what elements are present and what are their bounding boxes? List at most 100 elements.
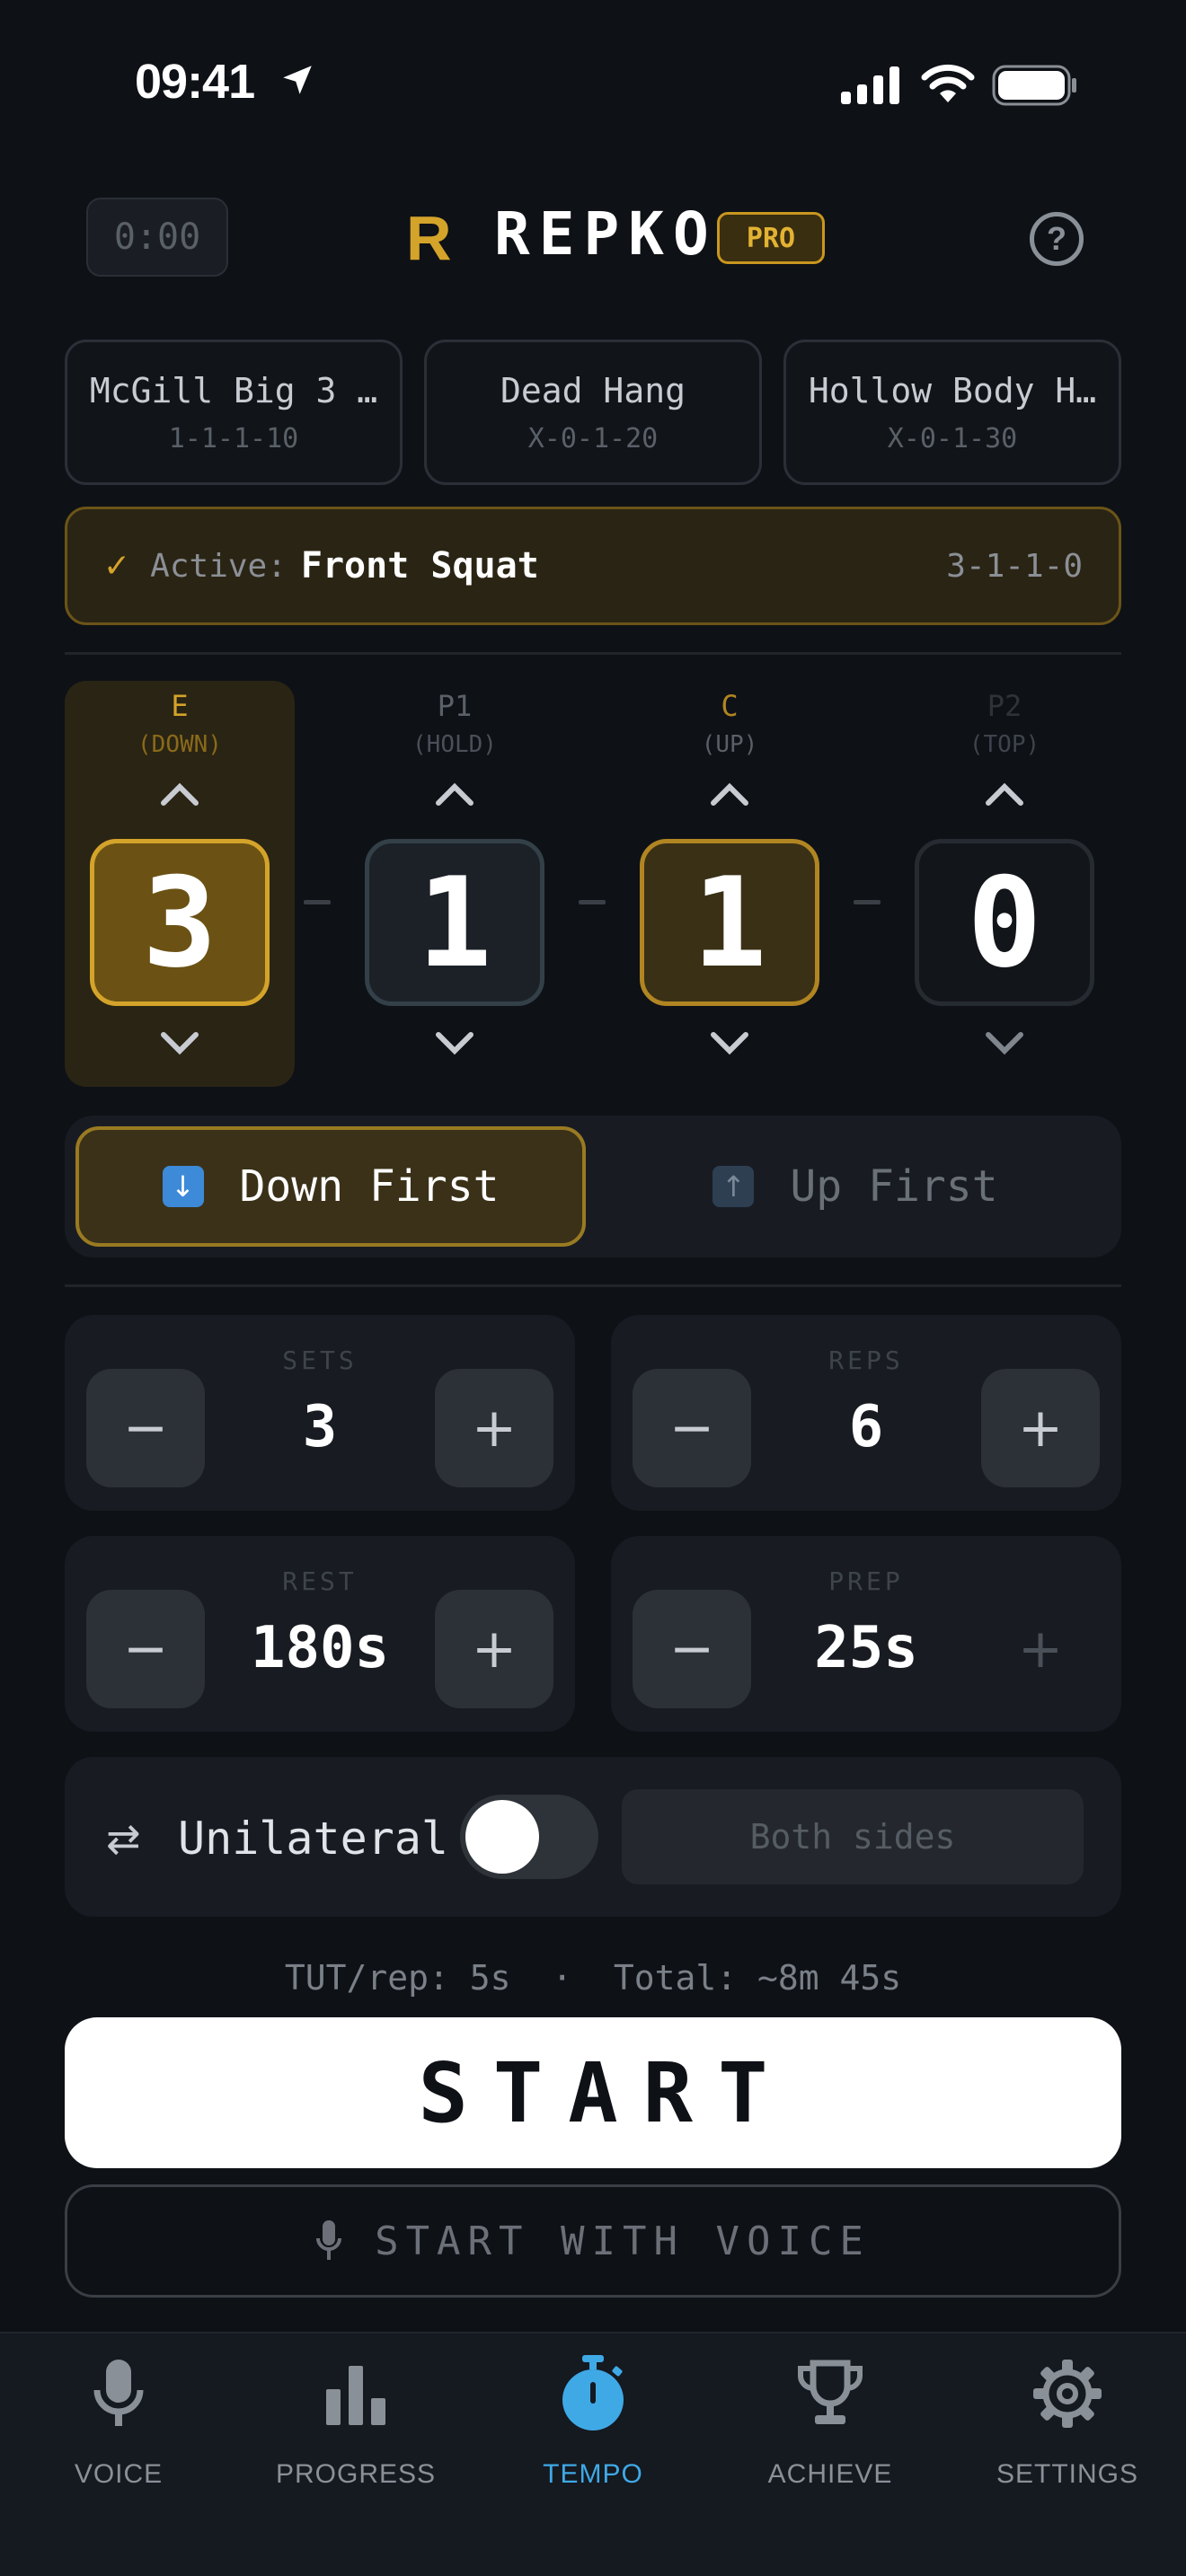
chevron-up-icon — [161, 782, 199, 806]
preset-name: Dead Hang — [500, 370, 686, 410]
prep-value: 25s — [814, 1615, 918, 1681]
start-button[interactable]: START — [65, 2017, 1121, 2168]
microphone-icon — [316, 2220, 342, 2260]
preset-tempo: X-0-1-20 — [527, 422, 659, 454]
tab-label: TEMPO — [543, 2459, 643, 2489]
down-first-button[interactable]: ↓ Down First — [75, 1126, 586, 1247]
phase-key: P2 — [987, 689, 1022, 723]
session-timer: 0:00 — [86, 198, 228, 277]
unilateral-toggle[interactable] — [460, 1795, 598, 1879]
sets-value: 3 — [302, 1394, 338, 1460]
increment-eccentric[interactable] — [65, 781, 295, 807]
chevron-up-icon — [711, 782, 748, 806]
minus-icon: − — [668, 1618, 715, 1681]
help-icon[interactable]: ? — [1030, 212, 1084, 266]
arrow-down-icon: ↓ — [162, 1166, 204, 1207]
microphone-icon — [92, 2353, 146, 2434]
location-arrow-icon — [283, 66, 312, 94]
chevron-down-icon — [161, 1032, 199, 1055]
cellular-signal-icon — [841, 66, 899, 104]
start-with-voice-button[interactable]: START WITH VOICE — [65, 2184, 1121, 2298]
tempo-separator — [579, 900, 606, 904]
logo-mark: R — [406, 203, 452, 273]
active-label: Active: — [150, 547, 287, 585]
rest-value: 180s — [250, 1615, 390, 1681]
chevron-up-icon — [986, 782, 1023, 806]
preset-card[interactable]: Hollow Body H… X-0-1-30 — [783, 340, 1121, 485]
increment-concentric[interactable] — [615, 781, 845, 807]
phase-key: C — [721, 689, 739, 723]
phase-header-pause1: P1 (HOLD) — [340, 692, 570, 758]
trophy-icon — [797, 2353, 863, 2434]
increment-pause2[interactable] — [890, 781, 1120, 807]
phase-header-eccentric: E (DOWN) — [65, 692, 295, 758]
tab-tempo[interactable]: TEMPO — [474, 2353, 712, 2490]
phase-key: E — [171, 689, 189, 723]
stopwatch-icon — [559, 2353, 627, 2434]
battery-icon — [992, 65, 1076, 106]
decrement-concentric[interactable] — [615, 1031, 845, 1056]
reps-value: 6 — [848, 1394, 884, 1460]
chevron-up-icon — [436, 782, 474, 806]
active-exercise-name: Front Squat — [300, 545, 539, 587]
plus-icon: + — [471, 1618, 518, 1681]
toggle-knob — [465, 1800, 539, 1874]
phase-header-concentric: C (UP) — [615, 692, 845, 758]
active-exercise-bar[interactable]: ✓ Active: Front Squat 3-1-1-0 — [65, 507, 1121, 625]
tempo-value-concentric[interactable]: 1 — [640, 839, 819, 1006]
plus-icon: + — [471, 1397, 518, 1460]
increment-pause1[interactable] — [340, 781, 570, 807]
up-first-label: Up First — [790, 1161, 998, 1212]
chevron-down-icon — [711, 1032, 748, 1055]
tab-label: SETTINGS — [996, 2459, 1138, 2489]
tab-achieve[interactable]: ACHIEVE — [712, 2353, 949, 2490]
preset-name: Hollow Body H… — [808, 370, 1097, 410]
phase-sub: (TOP) — [969, 731, 1040, 758]
tab-settings[interactable]: SETTINGS — [949, 2353, 1186, 2490]
phase-sub: (UP) — [701, 731, 758, 758]
decrement-pause2[interactable] — [890, 1031, 1120, 1056]
prep-stepper: PREP − 25s + — [611, 1536, 1121, 1732]
plus-icon: + — [1017, 1397, 1064, 1460]
up-first-button[interactable]: ↑ Up First — [600, 1126, 1111, 1247]
pro-badge[interactable]: PRO — [717, 212, 825, 264]
tab-voice[interactable]: VOICE — [0, 2353, 237, 2490]
gear-icon — [1033, 2353, 1102, 2434]
preset-card[interactable]: McGill Big 3 … 1-1-1-10 — [65, 340, 403, 485]
tempo-value-pause1[interactable]: 1 — [365, 839, 544, 1006]
tempo-separator — [304, 900, 331, 904]
session-summary: TUT/rep: 5s · Total: ~8m 45s — [284, 1958, 902, 1998]
phase-key: P1 — [437, 689, 473, 723]
rest-increment-button[interactable]: + — [435, 1590, 553, 1708]
tab-label: ACHIEVE — [767, 2459, 893, 2489]
preset-name: McGill Big 3 … — [89, 370, 378, 410]
rest-stepper: REST − 180s + — [65, 1536, 575, 1732]
chevron-down-icon — [986, 1032, 1023, 1055]
phase-sub: (HOLD) — [412, 731, 497, 758]
divider — [65, 652, 1121, 655]
tab-progress[interactable]: PROGRESS — [237, 2353, 474, 2490]
down-first-label: Down First — [239, 1161, 500, 1212]
sides-selector[interactable]: Both sides — [622, 1789, 1084, 1884]
arrow-up-icon: ↑ — [712, 1166, 755, 1207]
tempo-value-eccentric[interactable]: 3 — [90, 839, 270, 1006]
wifi-icon — [921, 64, 975, 102]
active-tempo-code: 3-1-1-0 — [946, 547, 1083, 585]
sets-stepper: SETS − 3 + — [65, 1315, 575, 1511]
decrement-pause1[interactable] — [340, 1031, 570, 1056]
check-icon: ✓ — [103, 547, 131, 585]
reps-increment-button[interactable]: + — [981, 1369, 1100, 1487]
start-with-voice-label: START WITH VOICE — [375, 2218, 871, 2264]
prep-increment-button[interactable]: + — [981, 1590, 1100, 1708]
preset-tempo: 1-1-1-10 — [168, 422, 299, 454]
minus-icon: − — [122, 1618, 169, 1681]
phase-sub: (DOWN) — [137, 731, 222, 758]
sets-increment-button[interactable]: + — [435, 1369, 553, 1487]
tempo-value-pause2[interactable]: 0 — [915, 839, 1094, 1006]
status-time: 09:41 — [135, 55, 255, 109]
preset-card[interactable]: Dead Hang X-0-1-20 — [424, 340, 762, 485]
decrement-eccentric[interactable] — [65, 1031, 295, 1056]
minus-icon: − — [668, 1397, 715, 1460]
divider — [65, 1284, 1121, 1287]
unilateral-label: Unilateral — [178, 1813, 449, 1865]
